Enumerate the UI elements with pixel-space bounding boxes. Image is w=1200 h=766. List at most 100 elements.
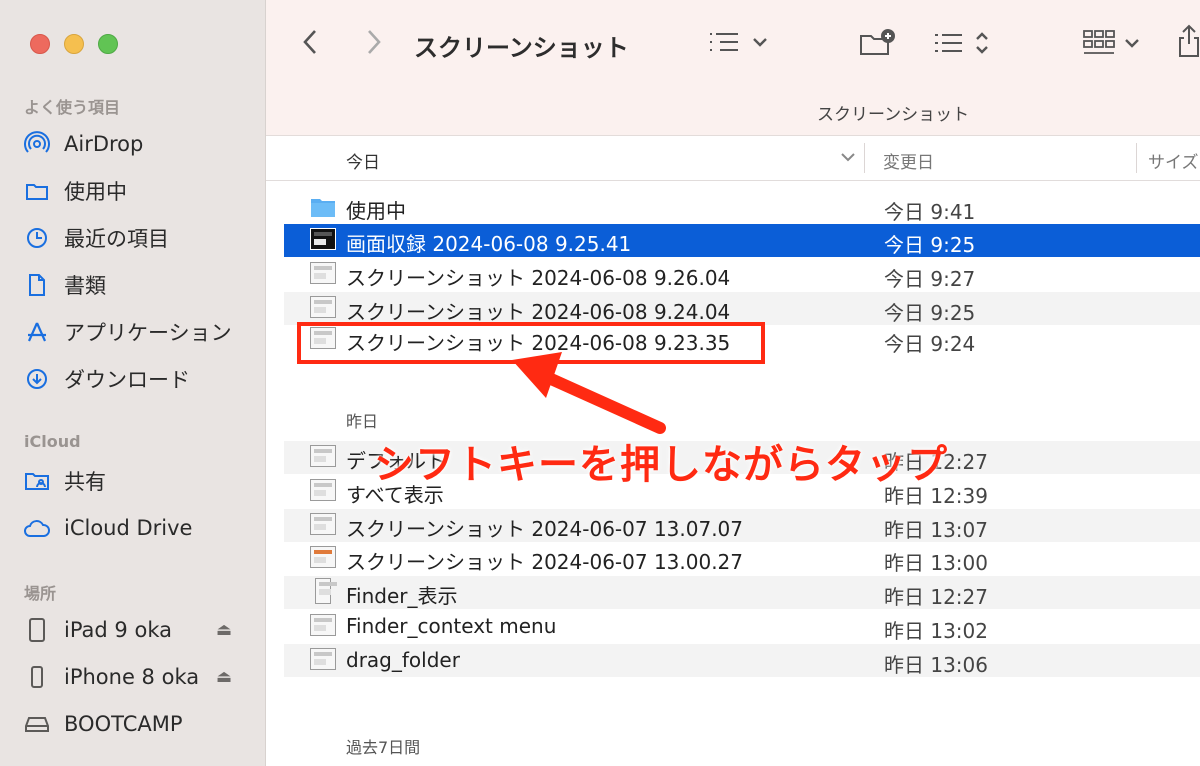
cloud-icon: [22, 513, 52, 543]
path-title: スクリーンショット: [817, 105, 970, 125]
file-row[interactable]: スクリーンショット 2024-06-08 9.24.04 今日 9:25: [284, 292, 1200, 325]
file-date: 昨日 13:07: [884, 518, 988, 542]
forward-button[interactable]: [366, 28, 382, 56]
file-name: 画面収録 2024-06-08 9.25.41: [346, 232, 632, 256]
image-thumbnail-icon: [310, 445, 336, 469]
document-icon: [22, 270, 52, 300]
icon-view-button[interactable]: [1082, 28, 1140, 58]
sidebar-item-airdrop[interactable]: AirDrop: [22, 126, 252, 162]
minimize-window-button[interactable]: [64, 34, 84, 54]
sidebar-item-downloads[interactable]: ダウンロード: [22, 361, 252, 397]
column-divider[interactable]: [864, 143, 865, 173]
file-row[interactable]: drag_folder 昨日 13:06: [284, 644, 1200, 677]
chevron-down-icon: [1125, 39, 1139, 48]
sidebar-item-label: ダウンロード: [64, 368, 190, 392]
annotation-arrow-icon: [512, 352, 666, 434]
file-date: 昨日 12:27: [884, 585, 988, 609]
grid-icon: [1083, 30, 1115, 54]
image-thumbnail-icon: [310, 262, 336, 286]
chevron-right-icon: [368, 30, 381, 54]
eject-icon[interactable]: ⏏: [216, 667, 232, 687]
sidebar-item-recents[interactable]: 最近の項目: [22, 220, 252, 256]
close-window-button[interactable]: [30, 34, 50, 54]
view-options-button[interactable]: [932, 30, 990, 56]
annotation-text: シフトキーを押しながらタップ: [374, 442, 948, 488]
toolbar: スクリーンショット スクリーンショット: [266, 0, 1200, 136]
drive-icon: [22, 709, 52, 739]
image-thumbnail-icon: [310, 479, 336, 503]
file-name: Finder_context menu: [346, 614, 557, 638]
new-folder-icon: [860, 29, 895, 55]
file-date: 今日 9:27: [884, 267, 976, 291]
zoom-window-button[interactable]: [98, 34, 118, 54]
group-header-past-7-days: 過去7日間: [346, 738, 421, 757]
image-thumbnail-icon: [310, 648, 336, 672]
file-row[interactable]: スクリーンショット 2024-06-07 13.00.27 昨日 13:00: [284, 542, 1200, 575]
file-date: 今日 9:24: [884, 332, 976, 356]
file-date: 昨日 13:02: [884, 619, 988, 643]
sidebar-item-label: iCloud Drive: [64, 516, 193, 540]
column-size-header[interactable]: サイズ: [1148, 148, 1199, 173]
file-name: スクリーンショット 2024-06-08 9.26.04: [346, 266, 731, 290]
list-view-icon: [935, 34, 962, 52]
eject-icon[interactable]: ⏏: [216, 620, 232, 640]
up-down-chevron-icon: [976, 32, 988, 54]
shared-folder-icon: [22, 466, 52, 496]
folder-icon: [310, 195, 336, 219]
sidebar: よく使う項目 AirDrop 使用中 最近の項目 書類 アプリケーション ダウン: [0, 0, 266, 766]
image-thumbnail-icon: [310, 614, 336, 638]
sidebar-item-label: AirDrop: [64, 132, 144, 156]
file-name: Finder_表示: [346, 584, 458, 608]
file-date: 昨日 13:00: [884, 551, 988, 575]
column-date-header[interactable]: 変更日: [883, 148, 934, 173]
new-folder-button[interactable]: [858, 28, 898, 58]
chevron-down-icon[interactable]: [840, 147, 856, 171]
sidebar-item-bootcamp[interactable]: BOOTCAMP: [22, 706, 252, 742]
file-row[interactable]: スクリーンショット 2024-06-07 13.07.07 昨日 13:07: [284, 509, 1200, 542]
file-row-selected[interactable]: 画面収録 2024-06-08 9.25.41 今日 9:25: [284, 224, 1200, 257]
image-thumbnail-icon: [310, 578, 337, 604]
icloud-section-title: iCloud: [24, 432, 81, 451]
file-row[interactable]: スクリーンショット 2024-06-08 9.26.04 今日 9:27: [284, 258, 1200, 291]
sidebar-item-label: 書類: [64, 274, 106, 298]
file-date: 今日 9:41: [884, 200, 976, 224]
sidebar-item-iphone[interactable]: iPhone 8 oka ⏏: [22, 659, 252, 695]
column-header: 今日 変更日 サイズ: [266, 137, 1200, 181]
column-name-header[interactable]: 今日: [346, 148, 380, 173]
sidebar-item-label: iPhone 8 oka: [64, 665, 200, 689]
clock-icon: [22, 223, 52, 253]
file-date: 昨日 13:06: [884, 653, 988, 677]
share-icon: [1179, 24, 1199, 57]
sidebar-item-label: 共有: [64, 470, 106, 494]
sidebar-item-in-use[interactable]: 使用中: [22, 173, 252, 209]
file-date: 今日 9:25: [884, 301, 976, 325]
file-name: スクリーンショット 2024-06-07 13.07.07: [346, 517, 744, 541]
group-header-yesterday: 昨日: [346, 412, 379, 431]
sidebar-item-shared[interactable]: 共有: [22, 463, 252, 499]
file-row[interactable]: 使用中 今日 9:41: [284, 191, 1200, 224]
ipad-icon: [22, 615, 52, 645]
back-button[interactable]: [302, 28, 318, 56]
file-row[interactable]: Finder_表示 昨日 12:27: [284, 576, 1200, 609]
window-title: スクリーンショット: [414, 34, 629, 62]
list-group-icon: [710, 33, 738, 51]
sidebar-item-label: 使用中: [64, 180, 127, 204]
chevron-down-icon: [753, 38, 767, 47]
sidebar-item-ipad[interactable]: iPad 9 oka ⏏: [22, 612, 252, 648]
locations-section-title: 場所: [24, 584, 57, 603]
file-name: スクリーンショット 2024-06-07 13.00.27: [346, 550, 744, 574]
sidebar-item-documents[interactable]: 書類: [22, 267, 252, 303]
folder-icon: [22, 176, 52, 206]
sidebar-item-label: アプリケーション: [64, 321, 232, 345]
iphone-icon: [22, 662, 52, 692]
image-thumbnail-icon: [310, 513, 336, 537]
applications-icon: [22, 317, 52, 347]
share-button[interactable]: [1178, 24, 1200, 58]
sidebar-item-applications[interactable]: アプリケーション: [22, 314, 252, 350]
file-row[interactable]: Finder_context menu 昨日 13:02: [284, 610, 1200, 643]
column-divider[interactable]: [1136, 143, 1137, 173]
sidebar-item-label: iPad 9 oka: [64, 618, 172, 642]
sidebar-item-icloud-drive[interactable]: iCloud Drive: [22, 510, 252, 546]
download-icon: [22, 364, 52, 394]
group-by-button[interactable]: [706, 30, 768, 54]
